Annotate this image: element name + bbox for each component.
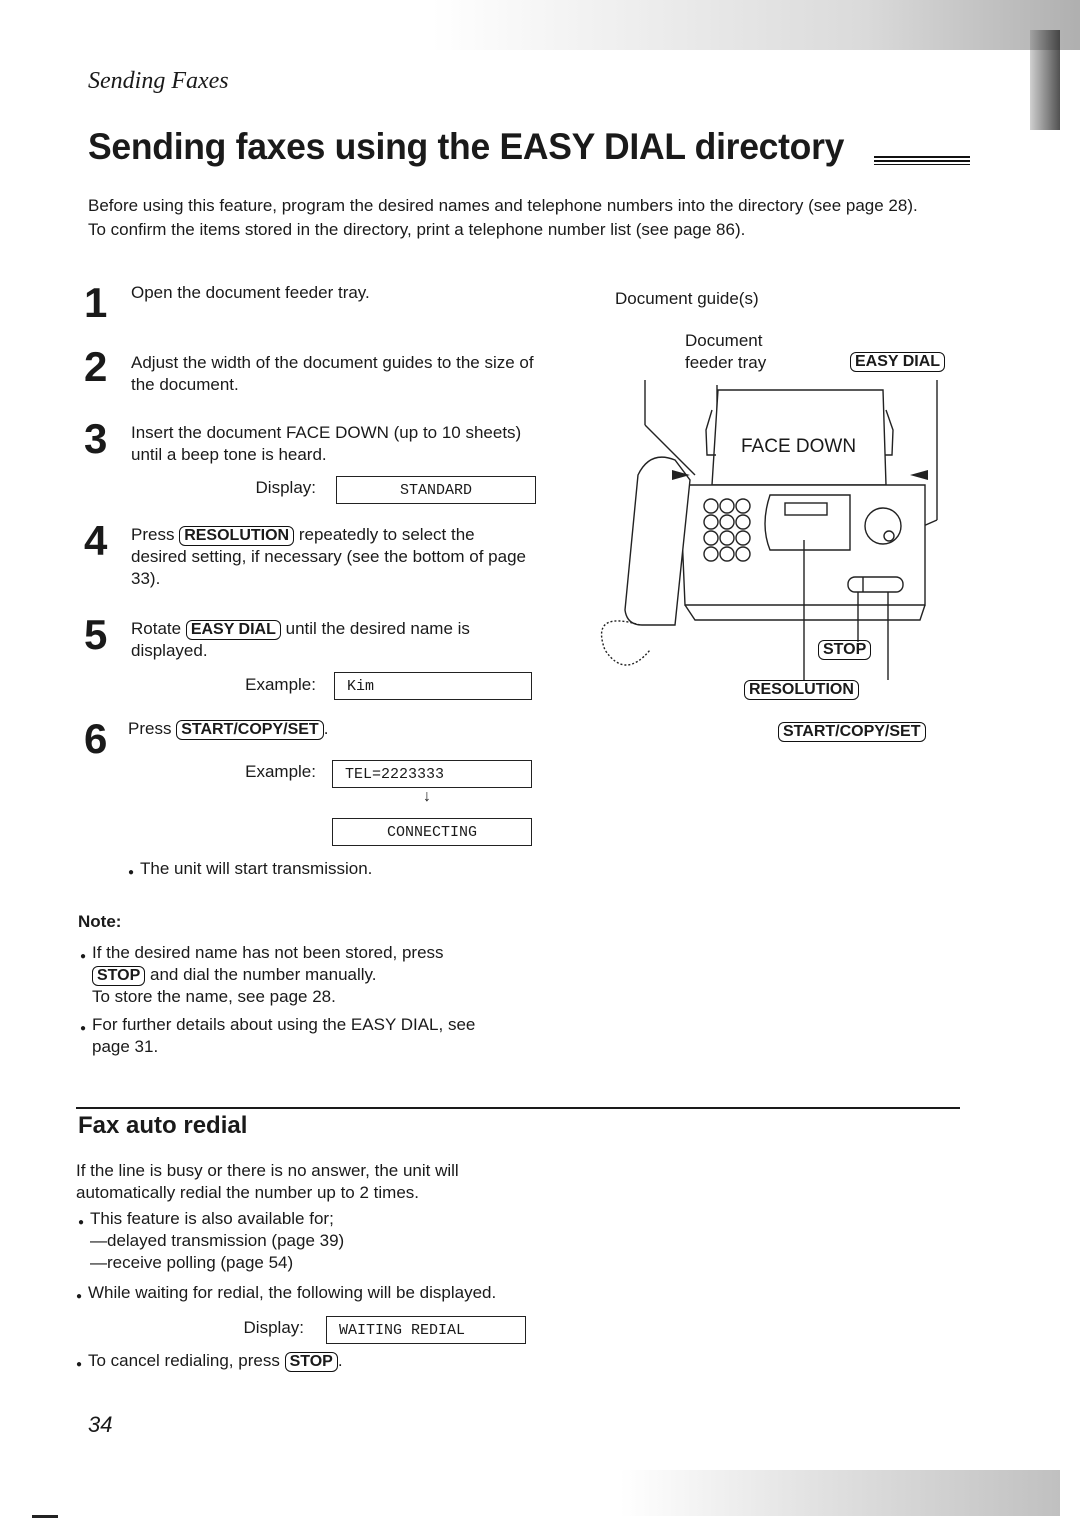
handset-cord (600, 620, 651, 666)
intro: Before using this feature, program the d… (88, 194, 988, 242)
note-item-1-line-2: STOP and dial the number manually. (92, 964, 512, 986)
display-label: Display: (255, 478, 316, 497)
title-rule-2 (874, 164, 970, 165)
step-6-bullet: The unit will start transmission. (128, 858, 372, 884)
example-label: Example: (245, 675, 316, 694)
resolution-key: RESOLUTION (179, 526, 295, 546)
lcd-display-connecting: CONNECTING (332, 818, 532, 846)
redial-bullet-3: To cancel redialing, press STOP. (76, 1350, 343, 1376)
note-item-2: For further details about using the EASY… (80, 1014, 512, 1058)
step-number-6: 6 (84, 715, 108, 762)
easy-dial-key: EASY DIAL (185, 620, 281, 640)
lcd-display-tel: TEL=2223333 (332, 760, 532, 788)
step-5-before: Rotate (131, 619, 182, 638)
redial-sub-1: —delayed transmission (page 39) (90, 1231, 345, 1250)
section-divider (76, 1107, 960, 1109)
note-title: Note: (78, 912, 122, 931)
stop-key: STOP (92, 966, 146, 986)
lcd-display-name: Kim (334, 672, 532, 700)
start-copy-set-key: START/COPY/SET (176, 720, 324, 740)
diagram-start-copy-set-key: START/COPY/SET (778, 722, 926, 742)
step-number-1: 1 (84, 279, 108, 326)
page-title: Sending faxes using the EASY DIAL direct… (88, 126, 845, 167)
step-text-4: Press RESOLUTION repeatedly to select th… (131, 524, 531, 590)
diagram-stop-key: STOP (818, 640, 872, 660)
footer-mark (32, 1515, 58, 1518)
note-item-1: If the desired name has not been stored,… (80, 942, 512, 1008)
title-rule (874, 156, 970, 162)
diagram-resolution-key: RESOLUTION (744, 680, 859, 700)
scan-shadow-top (0, 0, 1080, 50)
redial-bullet-1: This feature is also available for; —del… (78, 1208, 345, 1274)
section-heading-auto-redial: Fax auto redial (78, 1112, 248, 1139)
lcd-display-standard: STANDARD (336, 476, 536, 504)
note-item-1-after: and dial the number manually. (150, 965, 377, 984)
step-number-3: 3 (84, 415, 108, 462)
intro-line-1: Before using this feature, program the d… (88, 196, 918, 215)
step-5-after: until the desired name is displayed. (131, 619, 470, 660)
redial-bullet-3-after: . (337, 1351, 343, 1370)
step-text-5: Rotate EASY DIAL until the desired name … (131, 618, 511, 662)
redial-bullet-3-before: To cancel redialing, press (88, 1351, 280, 1370)
redial-stop-key: STOP (284, 1352, 338, 1372)
handset (624, 456, 691, 626)
step-6-after: . (323, 719, 329, 738)
redial-bullet-2: While waiting for redial, the following … (76, 1282, 496, 1308)
redial-display-label: Display: (243, 1318, 304, 1337)
label-feeder-tray-1: Document (685, 331, 763, 350)
scan-shadow-bottom (620, 1470, 1060, 1516)
step-number-2: 2 (84, 343, 108, 390)
lcd-display-waiting-redial: WAITING REDIAL (326, 1316, 526, 1344)
guide-arrow-right-icon (910, 470, 928, 480)
fax-machine-illustration (600, 380, 938, 680)
step-text-6: Press START/COPY/SET. (128, 718, 548, 740)
arrow-down-icon: ↓ (423, 788, 431, 805)
page-number: 34 (88, 1412, 113, 1437)
redial-bullet-1-text: This feature is also available for; (90, 1209, 334, 1228)
note-item-1-line-1: If the desired name has not been stored,… (92, 943, 444, 962)
note-item-1-extra: To store the name, see page 28. (92, 987, 336, 1006)
intro-line-2: To confirm the items stored in the direc… (88, 220, 746, 239)
label-feeder-tray-2: feeder tray (685, 353, 767, 372)
step-4-before: Press (131, 525, 175, 544)
redial-sub-2: —receive polling (page 54) (90, 1253, 294, 1272)
section-label: Sending Faxes (88, 68, 229, 94)
scan-shadow-edge (1030, 30, 1060, 130)
label-document-guides: Document guide(s) (615, 289, 759, 308)
step-6-before: Press (128, 719, 172, 738)
example-label-2: Example: (245, 762, 316, 781)
step-text-1: Open the document feeder tray. (131, 283, 370, 302)
step-text-3: Insert the document FACE DOWN (up to 10 … (131, 423, 522, 464)
step-number-5: 5 (84, 611, 108, 658)
step-number-4: 4 (84, 517, 108, 564)
redial-paragraph: If the line is busy or there is no answe… (76, 1161, 459, 1202)
step-text-2: Adjust the width of the document guides … (131, 353, 534, 394)
diagram-easy-dial-key: EASY DIAL (850, 352, 946, 372)
label-face-down: FACE DOWN (741, 436, 857, 457)
